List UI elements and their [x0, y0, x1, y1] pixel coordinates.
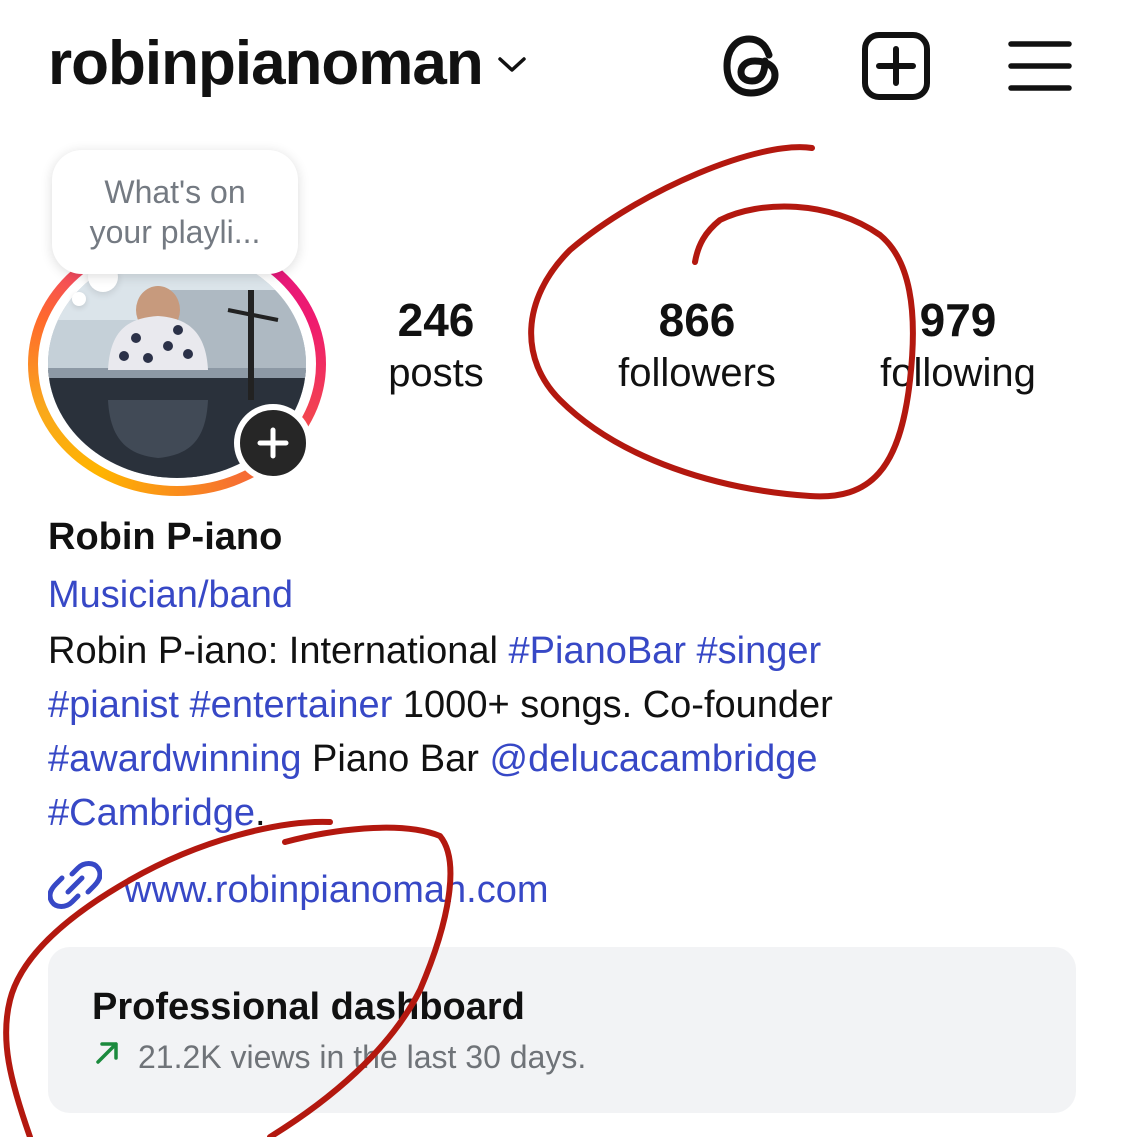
following-label: following: [880, 351, 1036, 395]
add-story-button[interactable]: [234, 404, 312, 482]
menu-icon[interactable]: [1004, 30, 1076, 102]
plus-icon: [257, 427, 289, 459]
bio-space: [179, 684, 190, 726]
bio-segment: 1000+ songs. Co-founder: [392, 684, 833, 726]
followers-stat[interactable]: 866 followers: [600, 292, 794, 398]
hashtag-singer[interactable]: #singer: [697, 630, 822, 672]
account-switcher[interactable]: robinpianoman: [48, 26, 527, 102]
bio-segment: Piano Bar: [301, 738, 490, 780]
posts-count: 246: [397, 294, 475, 346]
hashtag-entertainer[interactable]: #entertainer: [190, 684, 393, 726]
category-label[interactable]: Musician/band: [48, 574, 293, 617]
hashtag-awardwinning[interactable]: #awardwinning: [48, 738, 302, 780]
followers-label: followers: [618, 351, 776, 395]
posts-label: posts: [388, 351, 484, 395]
professional-dashboard-card[interactable]: [48, 947, 1076, 1113]
link-icon: [47, 858, 103, 922]
dashboard-views: 21.2K views in the last 30 days.: [92, 1038, 586, 1076]
hashtag-pianist[interactable]: #pianist: [48, 684, 179, 726]
following-stat[interactable]: 979 following: [864, 292, 1052, 398]
chevron-down-icon: [497, 55, 527, 80]
bio-space: [686, 630, 697, 672]
create-post-icon[interactable]: [860, 30, 932, 102]
hashtag-cambridge[interactable]: #Cambridge: [48, 792, 255, 834]
note-line-2: your playli...: [89, 214, 261, 250]
note-bubble-tail-small: [72, 292, 86, 306]
bio-segment: .: [255, 792, 266, 834]
hashtag-pianobar[interactable]: #PianoBar: [509, 630, 686, 672]
following-count: 979: [919, 294, 997, 346]
website-url[interactable]: www.robinpianoman.com: [124, 869, 549, 912]
mention-delucacambridge[interactable]: @delucacambridge: [490, 738, 818, 780]
threads-icon[interactable]: [716, 30, 788, 102]
dashboard-views-text: 21.2K views in the last 30 days.: [138, 1038, 587, 1075]
posts-stat[interactable]: 246 posts: [374, 292, 498, 398]
display-name: Robin P-iano: [48, 516, 283, 558]
trend-up-icon: [92, 1038, 122, 1076]
dashboard-title: Professional dashboard: [92, 986, 525, 1028]
note-line-1: What's on: [104, 174, 246, 210]
website-link[interactable]: www.robinpianoman.com: [47, 858, 549, 922]
username-title: robinpianoman: [48, 29, 484, 98]
followers-count: 866: [658, 294, 736, 346]
bio-text: Robin P-iano: International #PianoBar #s…: [48, 624, 1088, 840]
bio-segment: Robin P-iano: International: [48, 630, 509, 672]
note-bubble[interactable]: What's on your playli...: [52, 150, 298, 274]
